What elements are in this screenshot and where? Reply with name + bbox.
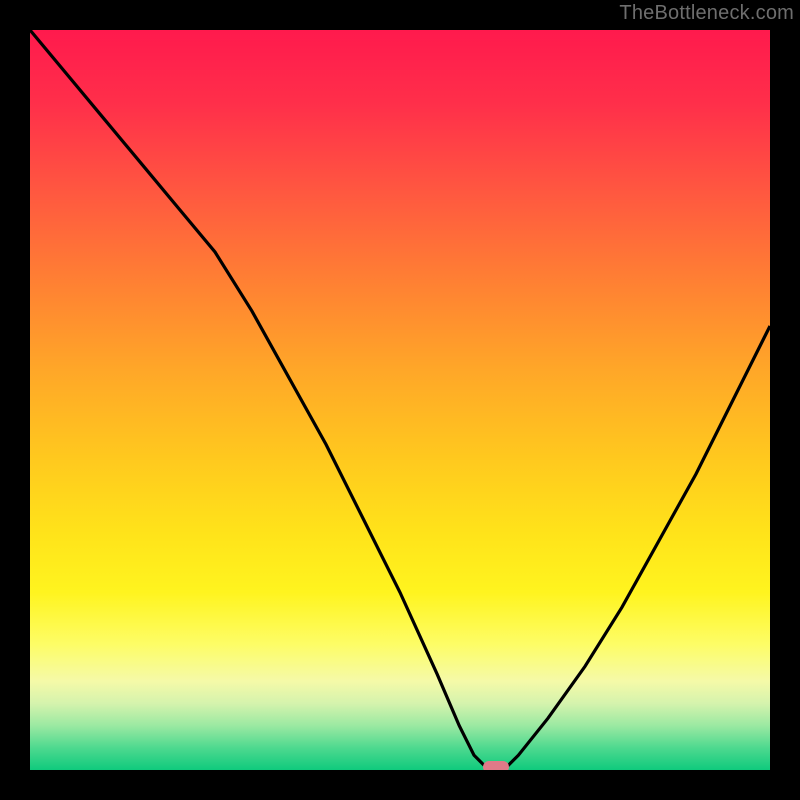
watermark-text: TheBottleneck.com [619, 2, 794, 25]
chart-frame: TheBottleneck.com [0, 0, 800, 800]
plot-area [30, 30, 770, 770]
bottleneck-curve [30, 30, 770, 770]
optimal-marker [483, 761, 509, 770]
